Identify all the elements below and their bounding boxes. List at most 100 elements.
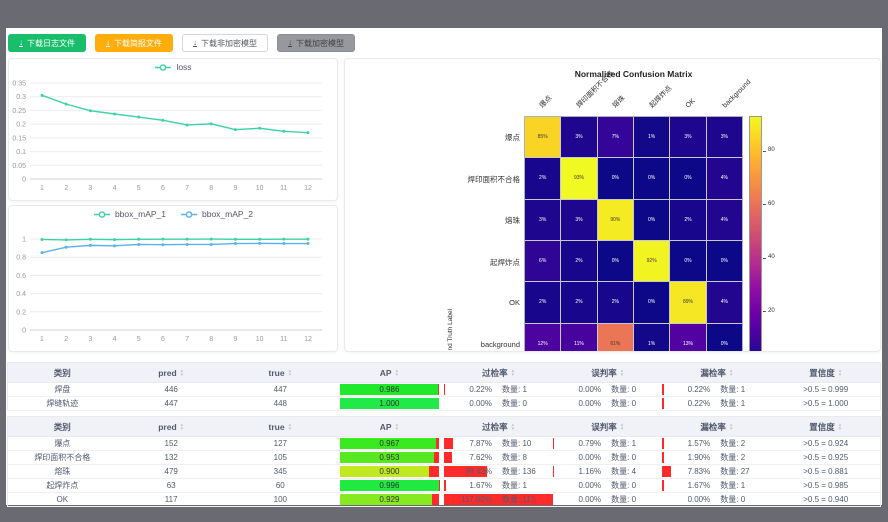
ap-cell: 0.900: [335, 465, 444, 479]
rate-value: 0.22%: [662, 385, 710, 394]
column-header: 误判率▲▼: [553, 417, 662, 437]
table-row: 起焊炸点63600.9961.67%数量: 10.00%数量: 01.67%数量…: [8, 479, 881, 493]
rate-count: 数量: 0: [710, 494, 765, 505]
legend-item-bbox_mAP_2[interactable]: bbox_mAP_2: [180, 209, 253, 219]
download-unencrypted-model-button[interactable]: ↓下载非加密模型: [182, 34, 268, 52]
download-log-file-button[interactable]: ↓下载日志文件: [8, 34, 86, 52]
rate-value: 0.00%: [662, 495, 710, 504]
matrix-cell: 7%: [598, 117, 633, 157]
ap-bar: 0.967: [340, 438, 439, 449]
sort-icon[interactable]: ▲▼: [180, 423, 184, 431]
metrics-table: 类别pred▲▼true▲▼AP▲▼过检率▲▼误判率▲▼漏检率▲▼置信度▲▼焊盘…: [7, 362, 881, 411]
toolbar: ↓下载日志文件 ↓下载简报文件 ↓下载非加密模型 ↓下载加密模型: [8, 34, 355, 52]
sort-icon[interactable]: ▲▼: [511, 423, 515, 431]
legend-item-bbox_mAP_1[interactable]: bbox_mAP_1: [93, 209, 166, 219]
column-header: 漏检率▲▼: [662, 417, 771, 437]
pred-cell: 63: [117, 479, 226, 493]
sort-icon[interactable]: ▲▼: [620, 423, 624, 431]
pred-cell: 446: [117, 383, 226, 397]
svg-text:11: 11: [280, 336, 287, 343]
download-icon: ↓: [288, 39, 292, 47]
svg-text:7: 7: [185, 185, 189, 192]
sort-icon[interactable]: ▲▼: [288, 423, 292, 431]
svg-text:3: 3: [88, 185, 92, 192]
sort-icon[interactable]: ▲▼: [395, 423, 399, 431]
ap-bar: 0.953: [340, 452, 439, 463]
legend-label: bbox_mAP_2: [202, 209, 253, 219]
rate-cell: 1.90%数量: 2: [662, 451, 771, 464]
matrix-cell: 2%: [561, 241, 596, 281]
column-header-label: 置信度: [809, 421, 835, 433]
rate-value: 1.57%: [662, 439, 710, 448]
rate-value: 7.83%: [662, 467, 710, 476]
overdetect-cell: 0.22%数量: 1: [444, 383, 553, 397]
rate-count: 数量: 0: [601, 494, 656, 505]
matrix-cell: 0%: [598, 158, 633, 198]
confusion-matrix-grid: 85%3%7%1%3%3%2%93%0%0%0%4%3%3%90%0%2%4%6…: [524, 116, 743, 352]
rate-cell: 7.83%数量: 27: [662, 465, 771, 478]
rate-count: 数量: 0: [601, 384, 656, 395]
miss-cell: 1.57%数量: 2: [662, 437, 771, 451]
svg-text:2: 2: [64, 185, 68, 192]
sort-icon[interactable]: ▲▼: [838, 423, 842, 431]
true-cell: 105: [226, 451, 335, 465]
true-cell: 345: [226, 465, 335, 479]
svg-text:5: 5: [137, 185, 141, 192]
ap-cell: 0.967: [335, 437, 444, 451]
overdetect-cell: 0.00%数量: 0: [444, 397, 553, 411]
rate-cell: 0.22%数量: 1: [444, 383, 553, 396]
matrix-column-label: background: [721, 78, 754, 111]
svg-text:1: 1: [22, 237, 26, 244]
true-cell: 448: [226, 397, 335, 411]
misjudge-cell: 0.00%数量: 0: [553, 479, 662, 493]
matrix-cell: 13%: [670, 324, 705, 352]
sort-icon[interactable]: ▲▼: [729, 369, 733, 377]
matrix-cell: 85%: [525, 117, 560, 157]
rate-cell: 7.62%数量: 8: [444, 451, 553, 464]
matrix-cell: 3%: [525, 200, 560, 240]
svg-text:0.1: 0.1: [16, 149, 26, 156]
download-icon: ↓: [19, 39, 23, 47]
matrix-cell: 1%: [634, 324, 669, 352]
sort-icon[interactable]: ▲▼: [729, 423, 733, 431]
chart-legend: bbox_mAP_1 bbox_mAP_2: [9, 209, 337, 219]
category-cell: 焊盘: [8, 383, 117, 397]
category-cell: 焊缝轨迹: [8, 397, 117, 411]
matrix-column-label: 熔珠: [611, 94, 628, 111]
rate-count: 数量: 0: [492, 398, 547, 409]
matrix-cell: 0%: [707, 241, 742, 281]
pred-cell: 447: [117, 397, 226, 411]
matrix-cell: 0%: [634, 200, 669, 240]
sort-icon[interactable]: ▲▼: [838, 369, 842, 377]
sort-icon[interactable]: ▲▼: [180, 369, 184, 377]
sort-icon[interactable]: ▲▼: [288, 369, 292, 377]
sort-icon[interactable]: ▲▼: [620, 369, 624, 377]
sort-icon[interactable]: ▲▼: [511, 369, 515, 377]
svg-text:8: 8: [209, 336, 213, 343]
legend-item-loss[interactable]: loss: [154, 62, 191, 72]
ap-cell: 0.929: [335, 493, 444, 507]
overdetect-cell: 39.42%数量: 136: [444, 465, 553, 479]
column-header: AP▲▼: [335, 417, 444, 437]
matrix-cell: 0%: [598, 241, 633, 281]
ap-value: 0.967: [340, 438, 439, 449]
line-series-icon: [180, 210, 198, 219]
confidence-cell: >0.5 = 0.924: [771, 437, 880, 451]
rate-count: 数量: 0: [601, 480, 656, 491]
pred-cell: 117: [117, 493, 226, 507]
pred-cell: 479: [117, 465, 226, 479]
svg-text:1: 1: [40, 336, 44, 343]
column-header: pred▲▼: [117, 417, 226, 437]
column-header: 置信度▲▼: [771, 417, 880, 437]
matrix-cell: 0%: [634, 158, 669, 198]
table-row: 爆点1521270.9677.87%数量: 100.79%数量: 11.57%数…: [8, 437, 881, 451]
download-encrypted-model-button[interactable]: ↓下载加密模型: [277, 34, 355, 52]
download-report-file-button[interactable]: ↓下载简报文件: [95, 34, 173, 52]
matrix-row-label: 焊印面积不合格: [440, 174, 520, 185]
matrix-cell: 61%: [598, 324, 633, 352]
sort-icon[interactable]: ▲▼: [395, 369, 399, 377]
table-row: OK1171000.929117.00%数量: 1170.00%数量: 00.0…: [8, 493, 881, 507]
rate-value: 39.42%: [444, 467, 492, 476]
matrix-cell: 2%: [670, 200, 705, 240]
matrix-column-label: 爆点: [538, 94, 555, 111]
